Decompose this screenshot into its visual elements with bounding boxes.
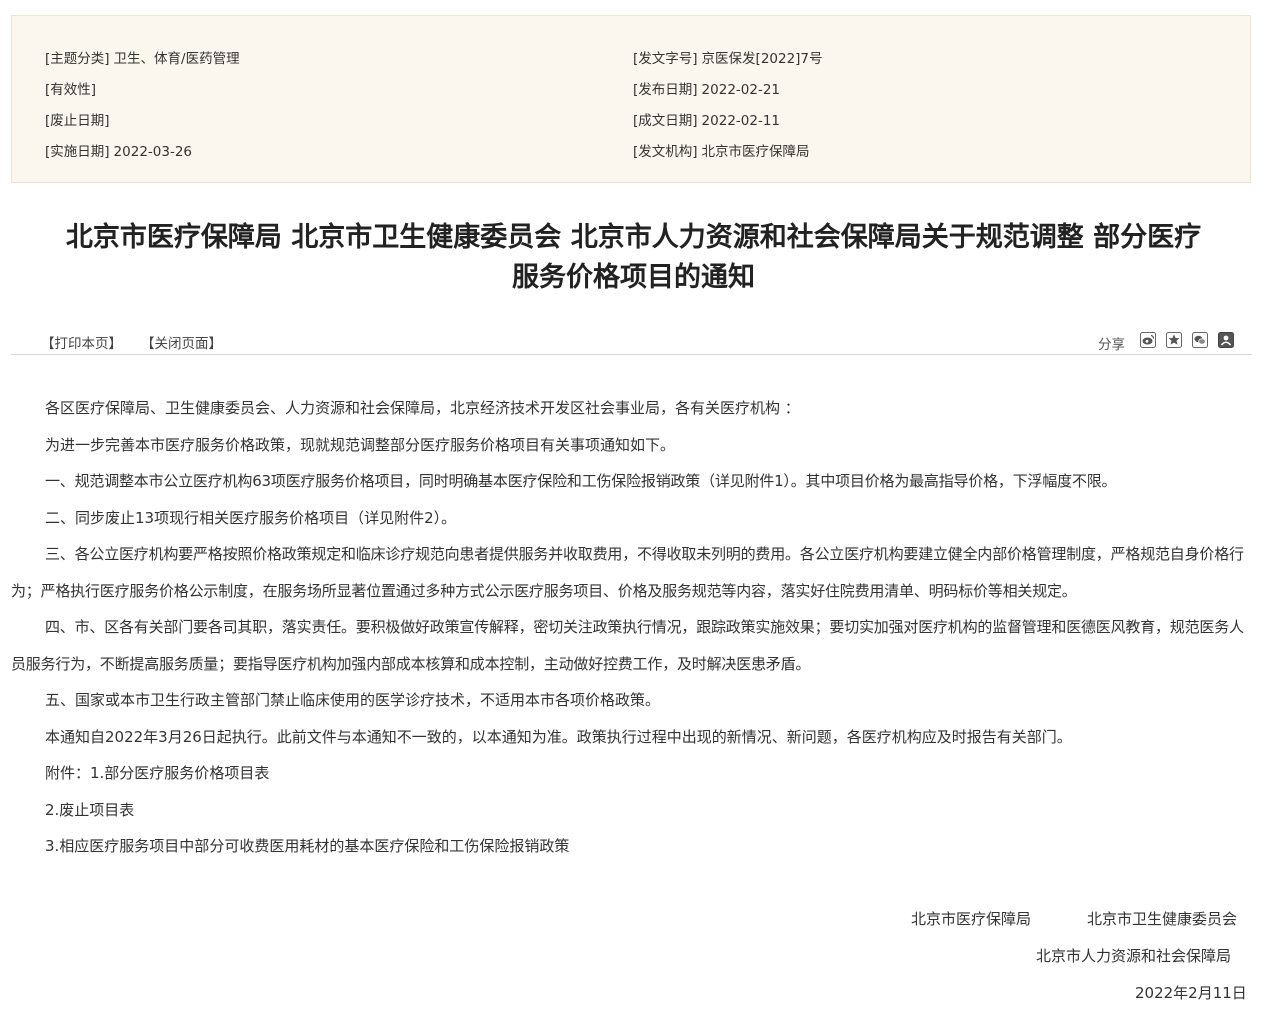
meta-written-date: [成文日期] 2022-02-11: [633, 113, 781, 129]
meta-subject: [主题分类] 卫生、体育/医药管理: [45, 51, 240, 67]
meta-doc-number: [发文字号] 京医保发[2022]7号: [633, 51, 823, 67]
paragraph-salutation: 各区医疗保障局、卫生健康委员会、人力资源和社会保障局，北京经济技术开发区社会事业…: [45, 399, 800, 417]
title-line-1: 北京市医疗保障局 北京市卫生健康委员会 北京市人力资源和社会保障局关于规范调整 …: [65, 222, 1202, 253]
signature-date: 2022年2月11日: [1135, 984, 1247, 1002]
paragraph-item-2: 二、同步废止13项现行相关医疗服务价格项目（详见附件2）。: [45, 508, 457, 527]
signature-org-1: 北京市医疗保障局: [911, 910, 1032, 928]
toolbar: 【打印本页】 【关闭页面】: [11, 330, 1252, 354]
toolbar-divider: [11, 354, 1252, 355]
paragraph-item-3: 三、各公立医疗机构要严格按照价格政策规定和临床诊疗规范向患者提供服务并收取费用，…: [11, 545, 1244, 600]
attachment-1-link[interactable]: 附件：1.部分医疗服务价格项目表: [11, 755, 1254, 792]
document-body: 各区医疗保障局、卫生健康委员会、人力资源和社会保障局，北京经济技术开发区社会事业…: [11, 390, 1254, 865]
close-page-link[interactable]: 【关闭页面】: [141, 332, 222, 352]
paragraph-item-5: 五、国家或本市卫生行政主管部门禁止临床使用的医学诊疗技术，不适用本市各项价格政策…: [45, 691, 661, 709]
signature-org-3: 北京市人力资源和社会保障局: [1036, 947, 1232, 965]
qzone-icon[interactable]: [1166, 332, 1182, 348]
share-label: 分享: [1098, 337, 1125, 353]
meta-effective-date: [实施日期] 2022-03-26: [45, 144, 193, 160]
paragraph-item-1: 一、规范调整本市公立医疗机构63项医疗服务价格项目，同时明确基本医疗保险和工伤保…: [45, 472, 1117, 490]
metadata-panel: [主题分类] 卫生、体育/医药管理 [有效性] [废止日期] [实施日期] 2022…: [11, 15, 1251, 183]
renren-icon[interactable]: [1218, 332, 1234, 348]
signature-org-2: 北京市卫生健康委员会: [1087, 910, 1238, 928]
attachment-3-link[interactable]: 3.相应医疗服务项目中部分可收费医用耗材的基本医疗保险和工伤保险报销政策: [11, 828, 1254, 865]
paragraph-effective: 本通知自2022年3月26日起执行。此前文件与本通知不一致的，以本通知为准。政策…: [45, 727, 1072, 746]
document-title: 北京市医疗保障局 北京市卫生健康委员会 北京市人力资源和社会保障局关于规范调整 …: [0, 218, 1267, 298]
paragraph-intro: 为进一步完善本市医疗服务价格政策，现就规范调整部分医疗服务价格项目有关事项通知如…: [45, 435, 676, 454]
print-page-link[interactable]: 【打印本页】: [41, 332, 122, 352]
meta-repeal-date: [废止日期]: [45, 113, 110, 129]
weibo-icon[interactable]: [1140, 332, 1156, 348]
title-line-2: 服务价格项目的通知: [512, 262, 755, 293]
meta-publish-date: [发布日期] 2022-02-21: [633, 82, 781, 98]
meta-validity: [有效性]: [45, 82, 97, 98]
paragraph-item-4: 四、市、区各有关部门要各司其职，落实责任。要积极做好政策宣传解释，密切关注政策执…: [11, 618, 1244, 673]
wechat-icon[interactable]: [1192, 332, 1208, 348]
meta-issuing-org: [发文机构] 北京市医疗保障局: [633, 144, 810, 160]
attachment-2-link[interactable]: 2.废止项目表: [11, 792, 1254, 829]
